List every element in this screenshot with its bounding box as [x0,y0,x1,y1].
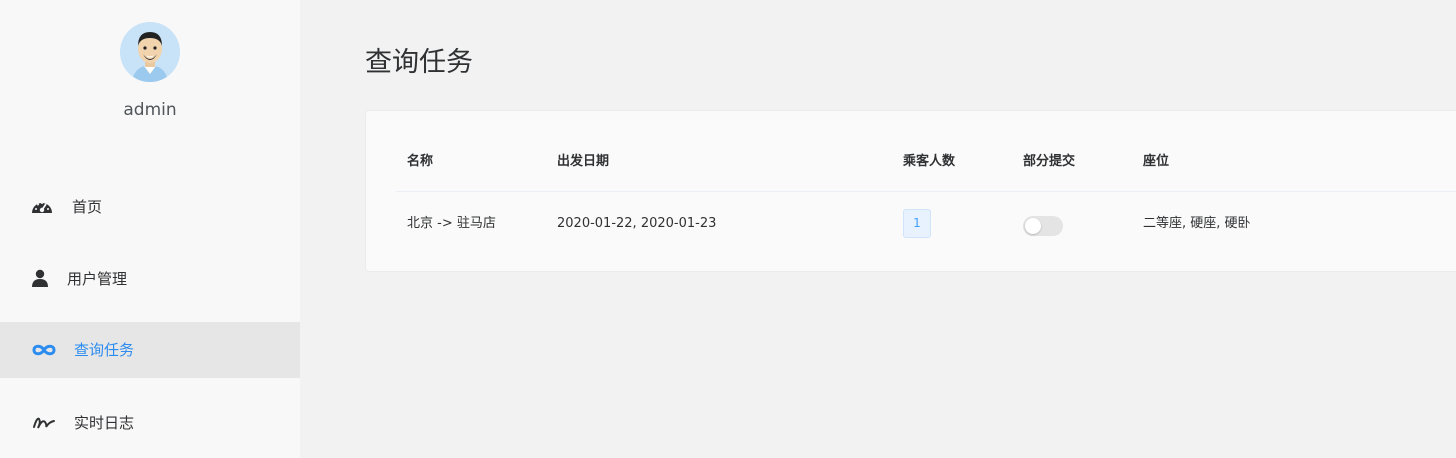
passenger-count-badge: 1 [903,209,931,238]
infinity-icon [32,340,56,360]
sidebar-item-label: 用户管理 [67,270,128,288]
sidebar-item-home[interactable]: 首页 [0,179,300,235]
task-dates: 2020-01-22, 2020-01-23 [557,216,717,231]
username: admin [123,100,177,120]
avatar[interactable] [120,22,180,82]
column-header-partial-submit: 部分提交 [1023,154,1076,169]
task-seats: 二等座, 硬座, 硬卧 [1143,216,1251,231]
column-header-passengers: 乘客人数 [903,154,956,169]
column-header-date: 出发日期 [557,154,610,169]
sidebar-item-label: 首页 [72,198,103,216]
sidebar-item-tasks[interactable]: 查询任务 [0,322,300,378]
sidebar: admin 首页 用户管理 查询任务 实时日志 [0,0,300,458]
signature-icon [32,413,56,433]
column-header-seats: 座位 [1143,154,1170,169]
user-icon [30,269,54,289]
task-name: 北京 -> 驻马店 [407,216,496,231]
page-title: 查询任务 [365,47,473,78]
avatar-illustration [120,22,180,82]
sidebar-item-logs[interactable]: 实时日志 [0,395,300,451]
toggle-knob [1025,218,1041,234]
sidebar-item-label: 查询任务 [74,341,135,359]
partial-submit-toggle[interactable] [1023,216,1063,236]
task-table-card: 名称 出发日期 乘客人数 部分提交 座位 北京 -> 驻马店 2020-01-2… [365,110,1456,272]
header-divider [396,191,1456,192]
column-header-name: 名称 [407,154,434,169]
dashboard-icon [30,197,54,217]
sidebar-item-label: 实时日志 [74,414,135,432]
sidebar-item-users[interactable]: 用户管理 [0,251,300,307]
